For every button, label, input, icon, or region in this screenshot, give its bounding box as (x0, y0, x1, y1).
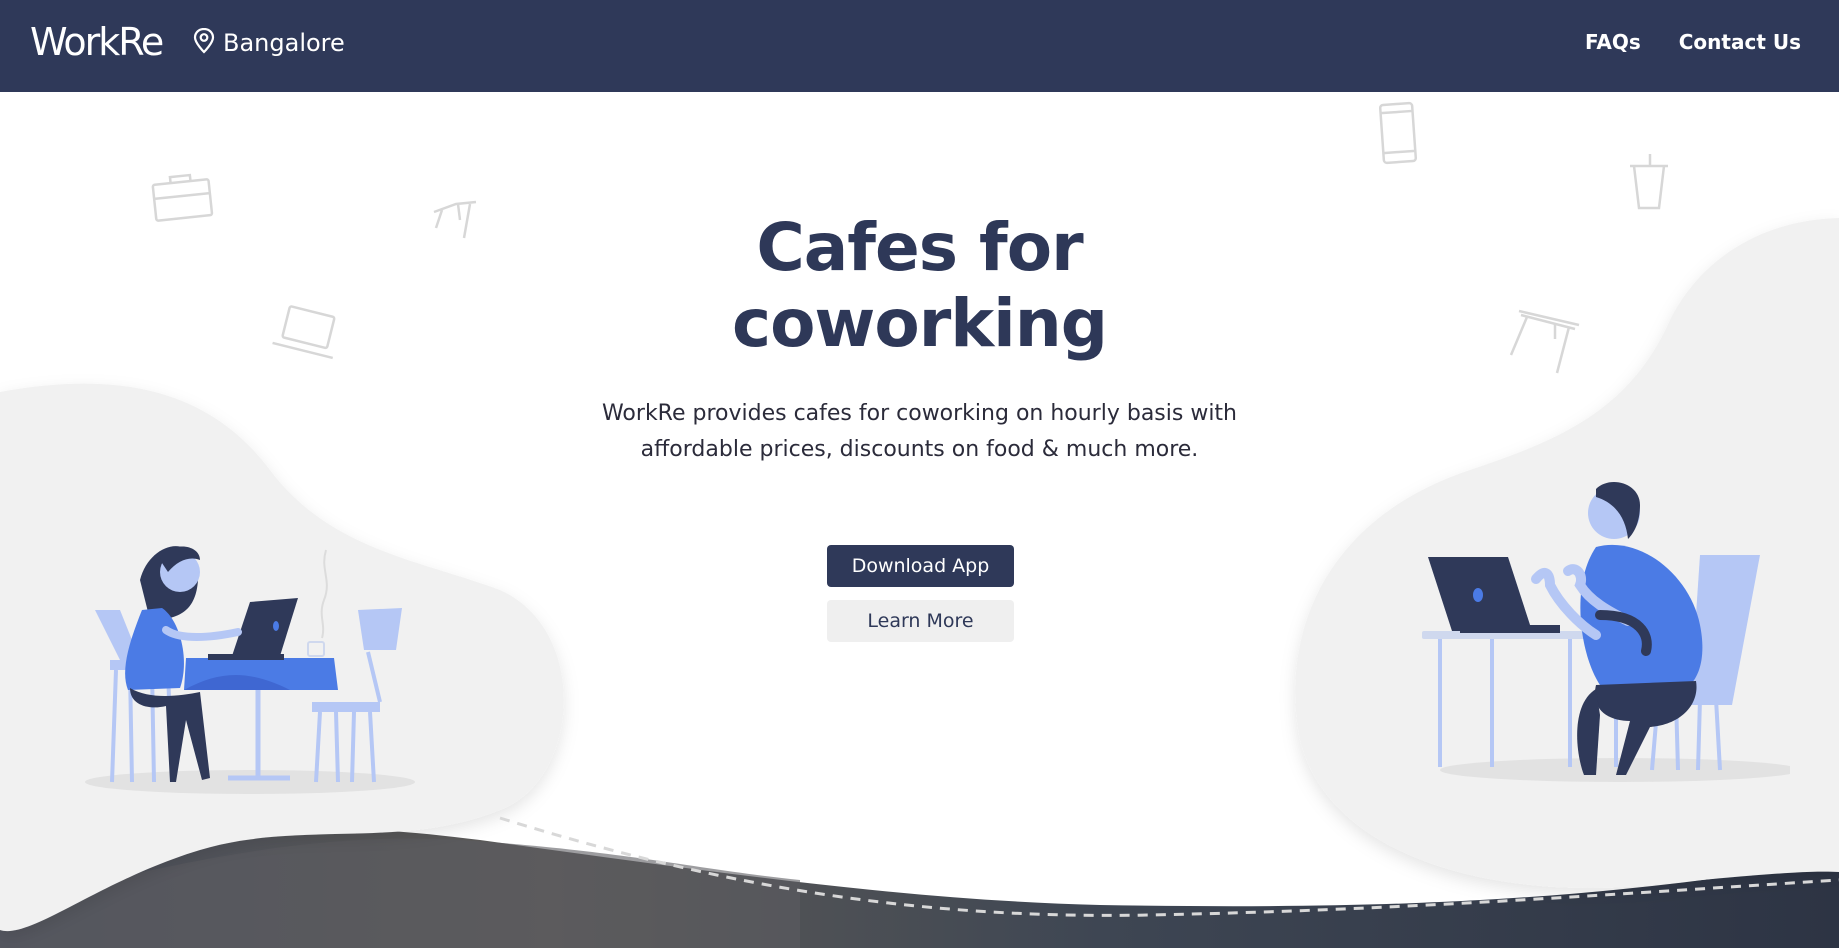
phone-outline-icon (1378, 101, 1418, 165)
top-navigation-bar: WorkRe Bangalore FAQs Contact Us (0, 0, 1839, 92)
woman-working-illustration (85, 546, 415, 794)
hero-section: Cafes for coworking WorkRe provides cafe… (0, 210, 1839, 468)
nav-link-contact-us[interactable]: Contact Us (1679, 30, 1801, 54)
location-selector[interactable]: Bangalore (193, 27, 345, 58)
hero-title-line-1: Cafes for (756, 209, 1083, 286)
download-app-button[interactable]: Download App (827, 545, 1014, 587)
cup-outline-icon (1630, 154, 1668, 210)
location-label: Bangalore (223, 29, 345, 57)
hero-title: Cafes for coworking (0, 210, 1839, 362)
main-nav: FAQs Contact Us (1585, 30, 1801, 54)
nav-link-faqs[interactable]: FAQs (1585, 30, 1641, 54)
workre-logo[interactable]: WorkRe (30, 20, 164, 64)
hero-title-line-2: coworking (731, 285, 1108, 362)
location-pin-icon (193, 27, 215, 58)
learn-more-button[interactable]: Learn More (827, 600, 1014, 642)
man-working-illustration (1422, 482, 1790, 782)
hero-description: WorkRe provides cafes for coworking on h… (601, 401, 1238, 462)
